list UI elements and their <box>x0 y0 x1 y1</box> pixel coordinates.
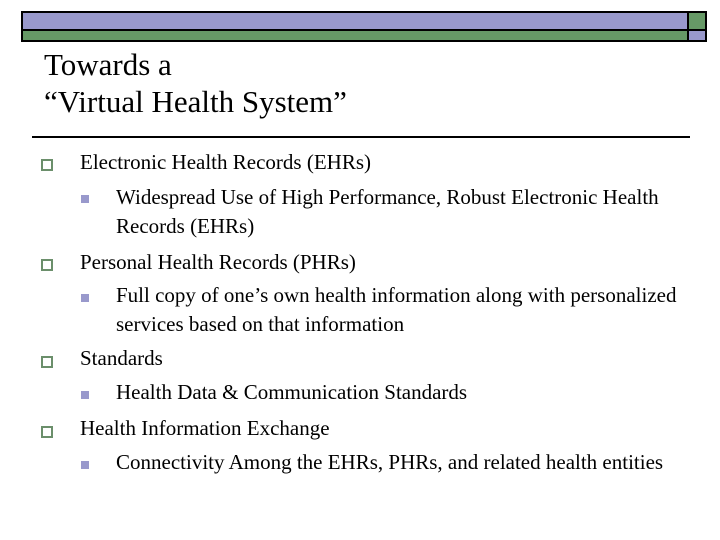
header-band-green <box>23 31 687 40</box>
hollow-square-bullet-icon <box>41 159 53 171</box>
header-decoration-bar <box>21 11 707 42</box>
bullet-item-phr: Personal Health Records (PHRs) <box>80 250 356 274</box>
sub-bullet-ehr: Widespread Use of High Performance, Robu… <box>116 185 659 238</box>
bullet-item-ehr: Electronic Health Records (EHRs) <box>80 150 371 174</box>
filled-square-bullet-icon <box>81 461 89 469</box>
filled-square-bullet-icon <box>81 195 89 203</box>
filled-square-bullet-icon <box>81 294 89 302</box>
bullet-item-hie: Health Information Exchange <box>80 416 330 440</box>
filled-square-bullet-icon <box>81 391 89 399</box>
slide-title: Towards a “Virtual Health System” <box>44 46 347 120</box>
hollow-square-bullet-icon <box>41 426 53 438</box>
slide-title-line-2: “Virtual Health System” <box>44 84 347 119</box>
sub-bullet-hie: Connectivity Among the EHRs, PHRs, and r… <box>116 450 664 474</box>
header-band-purple <box>23 13 687 29</box>
bullet-item-standards: Standards <box>80 346 163 370</box>
sub-bullet-standards: Health Data & Communication Standards <box>116 380 468 404</box>
hollow-square-bullet-icon <box>41 259 53 271</box>
slide-title-line-1: Towards a <box>44 47 172 82</box>
sub-bullet-phr: Full copy of one’s own health informatio… <box>116 283 677 336</box>
header-corner-purple <box>689 31 705 40</box>
hollow-square-bullet-icon <box>41 356 53 368</box>
header-corner-green <box>689 13 705 29</box>
title-divider <box>32 136 690 138</box>
